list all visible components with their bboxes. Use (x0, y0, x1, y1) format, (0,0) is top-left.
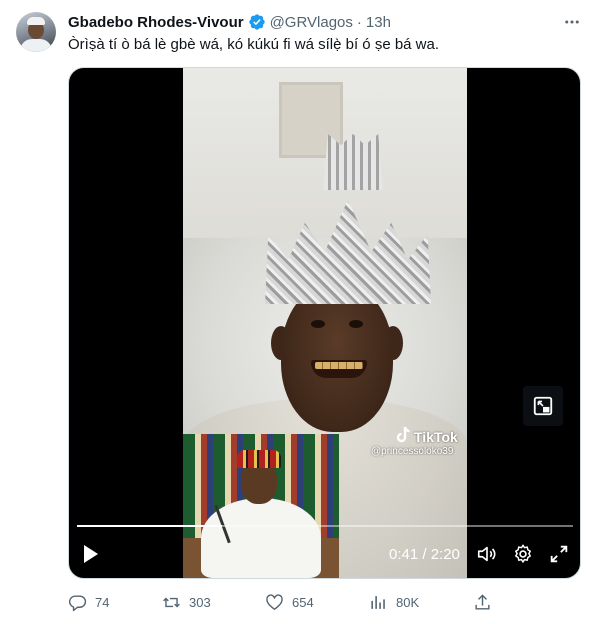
video-frame[interactable]: TikTok @princessoloko39 (183, 68, 467, 578)
volume-icon (476, 543, 498, 570)
views-icon (369, 593, 388, 612)
tiktok-logo-icon (395, 426, 411, 447)
reply-count: 74 (95, 594, 110, 610)
author-avatar[interactable] (16, 12, 56, 52)
video-player[interactable]: TikTok @princessoloko39 0:41 / 2:20 (68, 67, 581, 579)
reply-icon (68, 593, 87, 612)
share-icon (473, 593, 492, 612)
author-name[interactable]: Gbadebo Rhodes-Vivour (68, 14, 244, 31)
author-handle[interactable]: @GRVlagos (270, 14, 353, 31)
retweet-icon (162, 593, 181, 612)
view-count: 80K (396, 594, 420, 610)
volume-button[interactable] (475, 538, 499, 574)
like-button[interactable]: 654 (265, 591, 314, 613)
views-button[interactable]: 80K (369, 591, 419, 613)
tiktok-watermark: TikTok (395, 426, 458, 447)
tweet-card[interactable]: Gbadebo Rhodes-Vivour @GRVlagos · 13h Òr… (0, 0, 598, 624)
fullscreen-button[interactable] (547, 538, 571, 574)
progress-bar[interactable] (77, 525, 573, 527)
picture-in-picture-icon[interactable] (523, 386, 563, 426)
play-icon (82, 544, 100, 569)
gear-icon (512, 543, 534, 570)
video-inset (183, 434, 339, 578)
tweet-text: Òrìṣà tí ò bá lè gbè wá, kó kúkú fi wá s… (68, 36, 440, 53)
share-button[interactable] (473, 591, 492, 613)
verified-badge-icon[interactable] (248, 13, 266, 31)
retweet-count: 303 (189, 594, 211, 610)
separator-dot: · (356, 13, 362, 31)
like-count: 654 (292, 594, 314, 610)
video-timecode: 0:41 / 2:20 (389, 546, 460, 563)
tweet-actions: 74 303 654 80K (68, 591, 498, 613)
tiktok-brand: TikTok (414, 428, 458, 445)
settings-button[interactable] (511, 538, 535, 574)
tiktok-username: @princessoloko39 (371, 446, 454, 457)
heart-icon (265, 593, 284, 612)
tweet-header: Gbadebo Rhodes-Vivour @GRVlagos · 13h (68, 12, 391, 32)
reply-button[interactable]: 74 (68, 591, 109, 613)
fullscreen-icon (548, 543, 570, 570)
retweet-button[interactable]: 303 (162, 591, 211, 613)
progress-fill (77, 525, 223, 527)
more-options-icon[interactable] (562, 12, 582, 32)
tweet-timestamp[interactable]: 13h (366, 14, 391, 31)
play-button[interactable] (79, 538, 103, 574)
